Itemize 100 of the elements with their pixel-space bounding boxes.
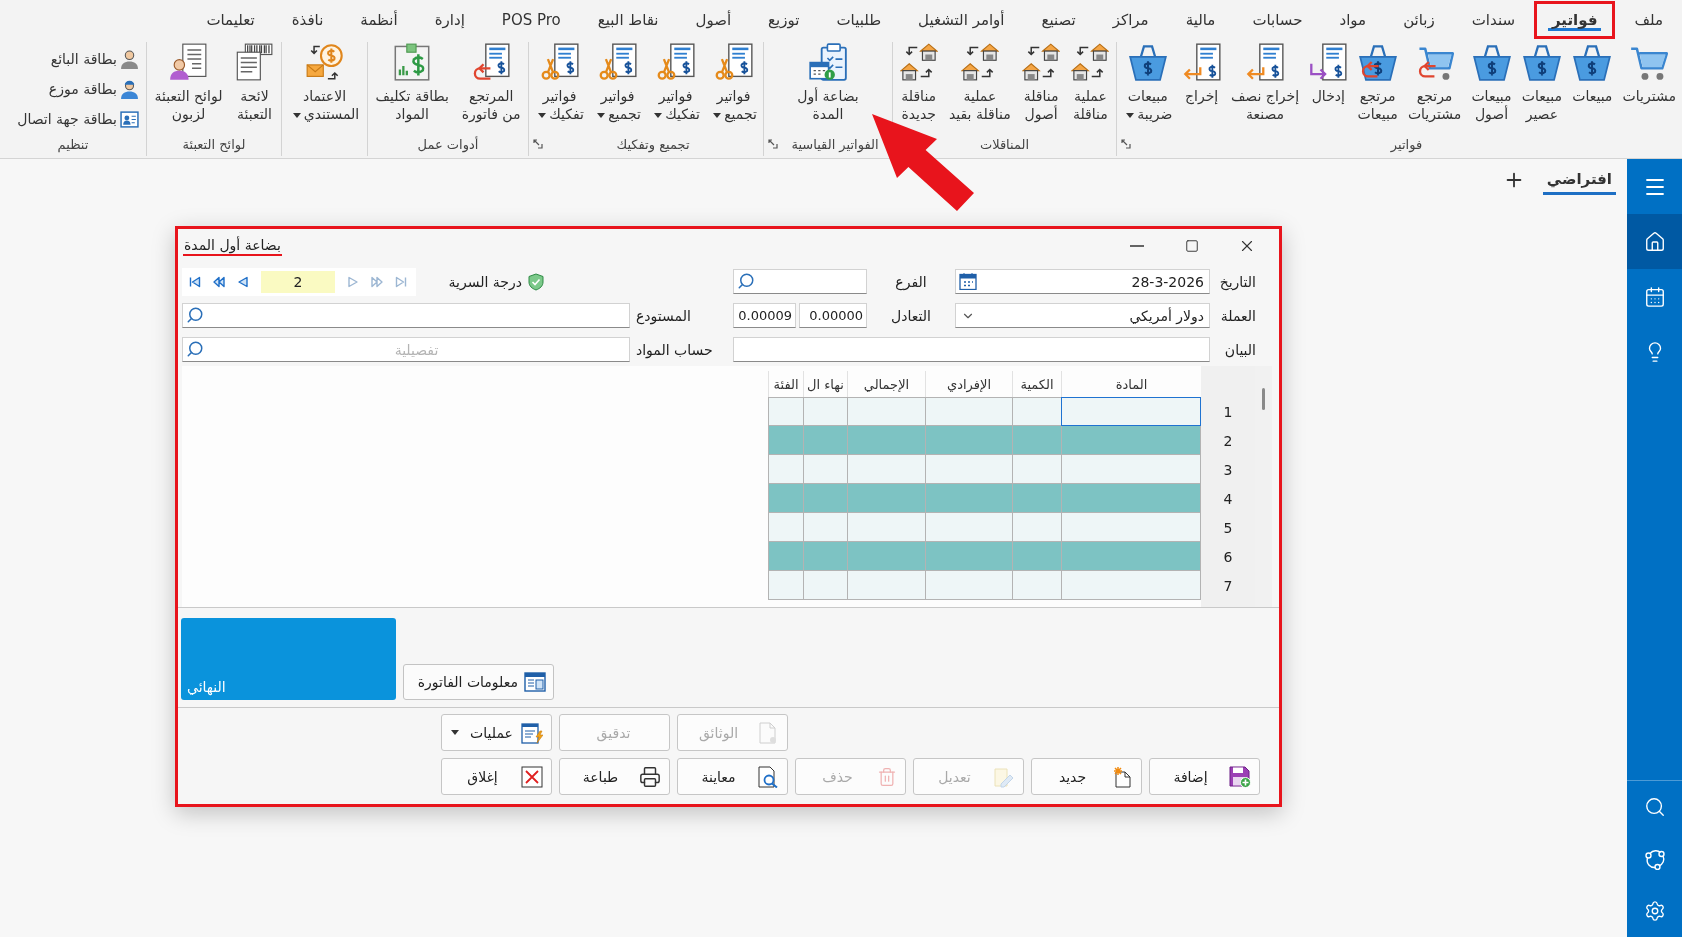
search-icon[interactable] (186, 306, 204, 324)
grid-cell[interactable] (1061, 571, 1201, 600)
grid-cell[interactable] (847, 426, 925, 455)
menu-tab[interactable]: توزيع (750, 1, 818, 39)
ribbon-button[interactable]: فواتير تفكيك (535, 42, 584, 123)
grid-cell[interactable] (803, 455, 847, 484)
invoice-info-button[interactable]: معلومات الفاتورة (403, 664, 554, 700)
grid-cell[interactable] (925, 513, 1012, 542)
workspace-tab[interactable]: افتراضي (1542, 170, 1616, 195)
ribbon-button[interactable]: مناقلة جديدة (899, 42, 938, 123)
grid-cell[interactable] (1012, 542, 1061, 571)
grid-cell[interactable] (1012, 426, 1061, 455)
menu-tab[interactable]: POS Pro (483, 1, 579, 39)
ribbon-button[interactable]: عملية مناقلة بقيد (948, 42, 1011, 123)
grid-cell[interactable] (847, 455, 925, 484)
grid-cell[interactable] (847, 513, 925, 542)
action-button[interactable]: إضافة (1149, 758, 1260, 795)
grid-cell[interactable] (803, 426, 847, 455)
menu-tab[interactable]: تصنيع (1023, 1, 1094, 39)
menu-tab[interactable]: سندات (1453, 1, 1533, 39)
menu-tab[interactable]: مراكز (1094, 1, 1167, 39)
grid-cell[interactable] (925, 484, 1012, 513)
grid-cell[interactable] (925, 571, 1012, 600)
menu-tab[interactable]: طلبيات (818, 1, 900, 39)
ribbon-button[interactable]: عملية مناقلة (1071, 42, 1110, 123)
ribbon-button[interactable]: مرتجع مشتريات (1407, 42, 1462, 123)
grid-cell[interactable] (1012, 455, 1061, 484)
exchange-rate-field[interactable]: 0.00009 (733, 303, 796, 328)
menu-tab[interactable]: مالية (1167, 1, 1234, 39)
search-icon[interactable] (186, 340, 204, 358)
ribbon-button[interactable]: بضاعة أول المدة (797, 42, 859, 123)
ribbon-button[interactable]: الاعتماد المستندي (289, 42, 360, 123)
warehouse-field[interactable] (182, 303, 630, 328)
scrollbar-thumb[interactable] (1262, 388, 1265, 410)
ribbon-button[interactable]: مبيعات أصول (1471, 42, 1512, 123)
menu-tab[interactable]: نقاط البيع (579, 1, 677, 39)
action-button[interactable]: طباعة (559, 758, 670, 795)
grid-cell[interactable] (768, 397, 803, 426)
ribbon-button[interactable]: المرتجع من فاتورة (461, 42, 521, 123)
ribbon-button[interactable]: إخراج (1182, 42, 1221, 105)
menu-tab[interactable]: فواتير (1534, 1, 1616, 39)
menu-tab[interactable]: أصول (677, 1, 750, 39)
grid-cell[interactable] (1061, 426, 1201, 455)
grid-cell[interactable] (847, 397, 925, 426)
rewind-icon[interactable] (213, 275, 225, 288)
ribbon-button[interactable]: مبيعات (1572, 42, 1613, 105)
ribbon-button[interactable]: بطاقة موزع (48, 76, 139, 102)
date-field[interactable]: 28-3-2026 (955, 269, 1210, 294)
grid-cell[interactable] (1012, 397, 1061, 426)
grid-cell[interactable] (1061, 455, 1201, 484)
grid-cell[interactable] (803, 513, 847, 542)
menu-tab[interactable]: إدارة (416, 1, 483, 39)
search-icon[interactable] (737, 272, 755, 290)
menu-tab[interactable]: مواد (1321, 1, 1385, 39)
grid-cell[interactable] (1012, 571, 1061, 600)
grid-cell[interactable] (925, 542, 1012, 571)
menu-tab[interactable]: نافذة (273, 1, 342, 39)
ribbon-button[interactable]: مبيعات عصير (1521, 42, 1562, 123)
ribbon-button[interactable]: بطاقة جهة اتصال (17, 106, 139, 132)
menu-tab[interactable]: تعليمات (188, 1, 273, 39)
ribbon-button[interactable]: فواتير تجميع (594, 42, 641, 123)
action-button[interactable]: إغلاق (441, 758, 552, 795)
ribbon-button[interactable]: مرتجع مبيعات (1357, 42, 1398, 123)
currency-dropdown[interactable]: دولار أمريكي (955, 303, 1210, 328)
ribbon-button[interactable]: مشتريات (1622, 42, 1676, 105)
exchange-rate-field[interactable]: 0.00000 (799, 303, 867, 328)
menu-tab[interactable]: ملف (1616, 1, 1681, 39)
skip-back-icon[interactable] (189, 275, 201, 288)
ribbon-button[interactable]: بطاقة تكليف المواد (375, 42, 449, 123)
grid-cell[interactable] (768, 571, 803, 600)
grid-cell[interactable] (847, 542, 925, 571)
menu-tab[interactable]: زبائن (1385, 1, 1453, 39)
grid-cell[interactable] (1061, 513, 1201, 542)
dialog-launcher-icon[interactable] (533, 139, 543, 149)
grid-cell[interactable] (1061, 484, 1201, 513)
ribbon-button[interactable]: فواتير تجميع (710, 42, 757, 123)
grid-cell[interactable] (803, 484, 847, 513)
grid-cell[interactable] (1012, 513, 1061, 542)
menu-tab[interactable]: حسابات (1234, 1, 1321, 39)
record-number-field[interactable]: 2 (261, 270, 335, 293)
scrollbar[interactable] (1255, 366, 1272, 607)
grid-cell[interactable] (847, 571, 925, 600)
grid-cell[interactable] (768, 513, 803, 542)
branch-field[interactable] (733, 269, 867, 294)
materials-account-field[interactable]: تفصيلية (182, 337, 630, 362)
action-button[interactable]: معاينة (677, 758, 788, 795)
grid-cell[interactable] (1012, 484, 1061, 513)
grid-cell[interactable] (768, 426, 803, 455)
grid-cell[interactable] (803, 397, 847, 426)
grid-cell[interactable] (925, 397, 1012, 426)
ribbon-button[interactable]: لائحة التعبئة (235, 42, 274, 123)
grid-cell[interactable] (1061, 542, 1201, 571)
action-button[interactable]: جديد (1031, 758, 1142, 795)
grid-cell[interactable] (925, 455, 1012, 484)
grid-cell[interactable] (768, 484, 803, 513)
dialog-launcher-icon[interactable] (1121, 139, 1131, 149)
grid-cell[interactable] (803, 571, 847, 600)
ribbon-button[interactable]: بطاقة البائع (50, 46, 139, 72)
grid-cell[interactable] (1061, 397, 1201, 426)
grid-cell[interactable] (925, 426, 1012, 455)
